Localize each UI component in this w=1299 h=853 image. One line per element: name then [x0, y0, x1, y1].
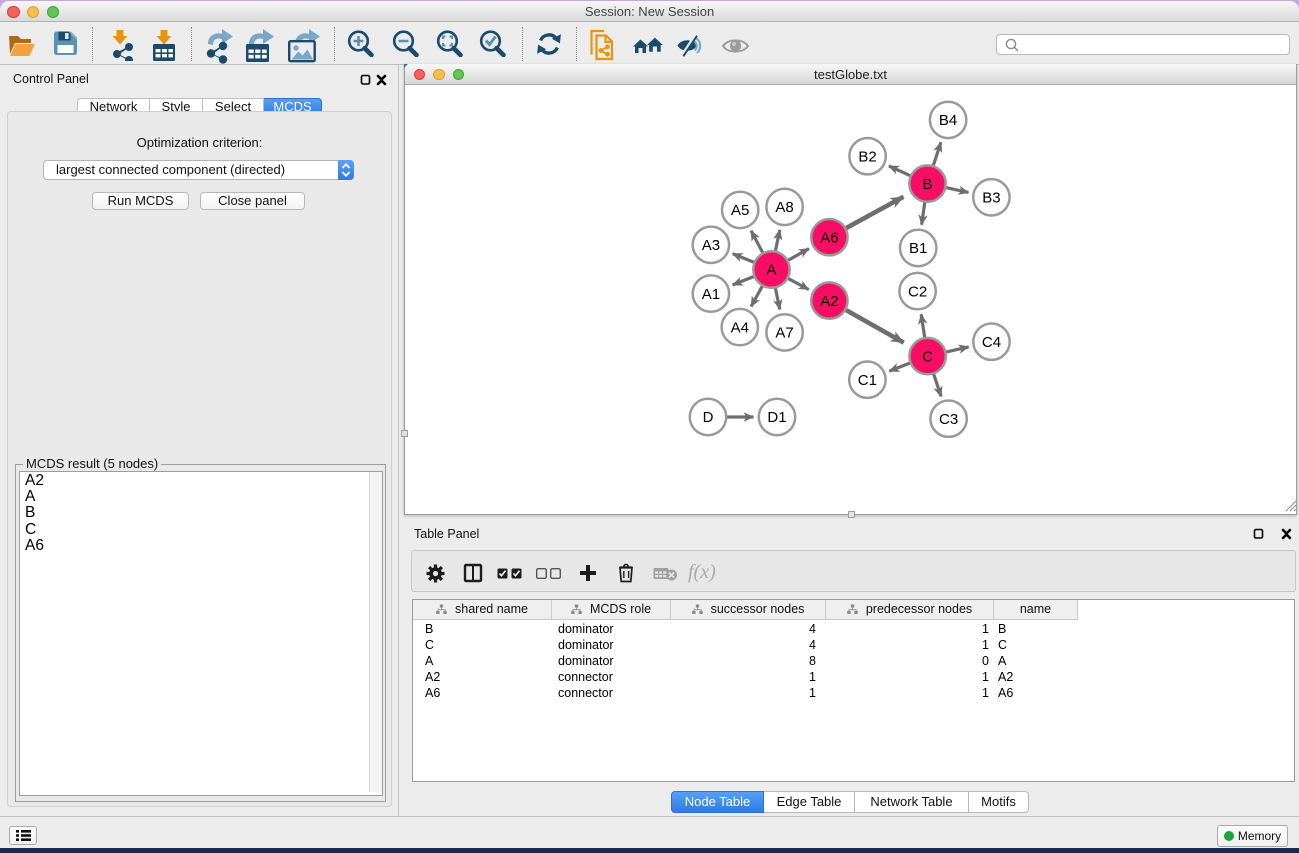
svg-text:B3: B3	[982, 190, 1000, 207]
svg-text:C: C	[922, 348, 933, 365]
svg-text:A6: A6	[820, 229, 838, 246]
svg-text:B1: B1	[909, 240, 927, 257]
svg-text:A1: A1	[702, 286, 720, 303]
svg-text:A4: A4	[731, 319, 749, 336]
svg-text:D: D	[703, 409, 714, 426]
svg-text:A8: A8	[775, 199, 793, 216]
svg-text:A3: A3	[702, 237, 720, 254]
svg-text:C2: C2	[908, 283, 927, 300]
svg-text:B: B	[922, 176, 932, 193]
svg-text:B4: B4	[939, 112, 957, 129]
svg-text:A2: A2	[820, 293, 838, 310]
svg-text:A: A	[766, 262, 776, 279]
svg-text:C3: C3	[939, 411, 958, 428]
svg-text:D1: D1	[767, 409, 786, 426]
svg-text:A7: A7	[775, 325, 793, 342]
svg-text:A5: A5	[731, 202, 749, 219]
svg-text:C1: C1	[858, 372, 877, 389]
svg-text:B2: B2	[858, 148, 876, 165]
svg-text:C4: C4	[982, 334, 1001, 351]
